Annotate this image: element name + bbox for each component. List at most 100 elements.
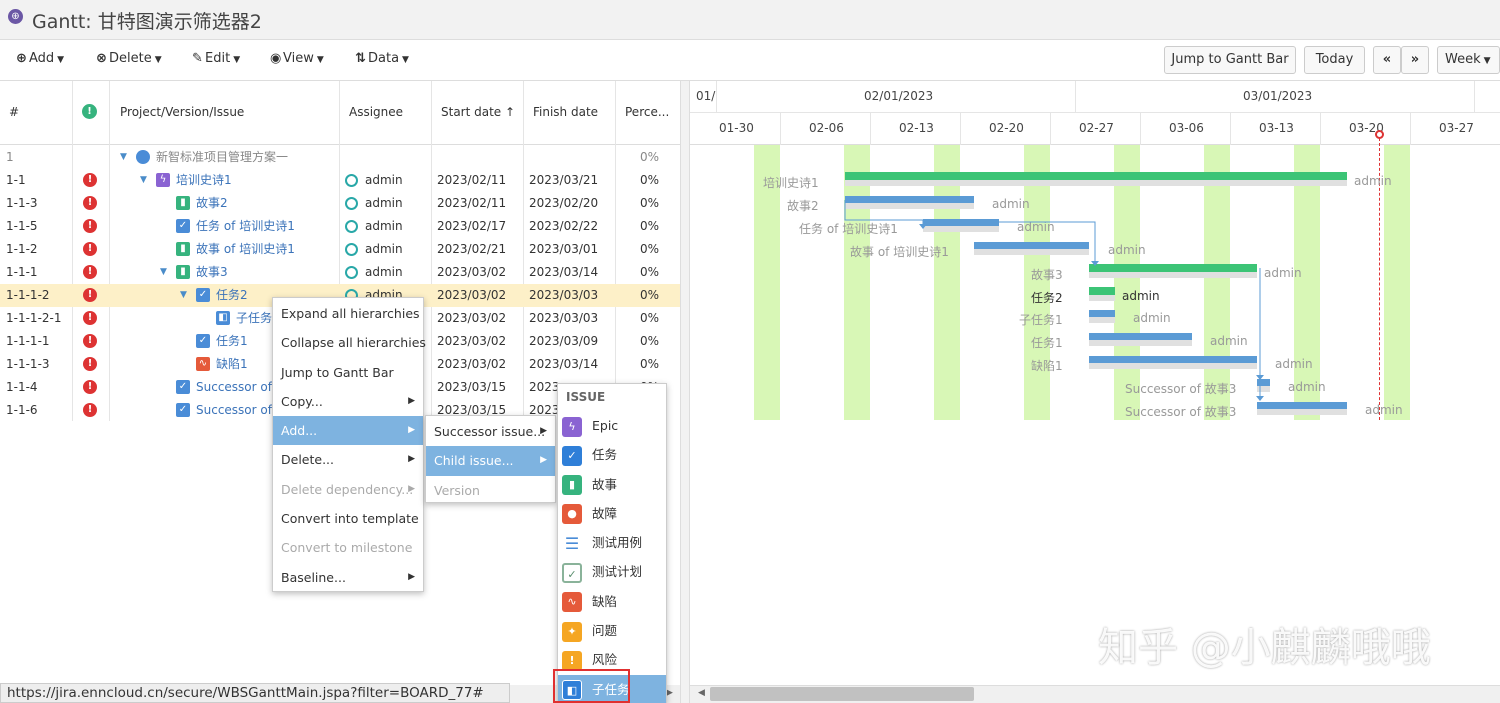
- collapse-icon[interactable]: ▼: [160, 261, 167, 284]
- week-label: 03-27: [1439, 121, 1474, 135]
- week-divider: [1230, 113, 1231, 145]
- avatar: [345, 220, 358, 233]
- submenu-arrow-icon: ▶: [540, 455, 547, 466]
- menu-delete[interactable]: Delete... ▶: [273, 445, 423, 474]
- context-menu: Expand all hierarchies Collapse all hier…: [272, 297, 426, 592]
- week-label: 02-27: [1079, 121, 1114, 135]
- pencil-icon: ✎: [192, 51, 203, 66]
- previous-button[interactable]: «: [1373, 46, 1401, 74]
- fault-icon: ●: [562, 504, 582, 525]
- today-button[interactable]: Today: [1304, 46, 1365, 74]
- add-menu-button[interactable]: ⊕ Add ▼: [16, 51, 64, 66]
- highlight-box: [553, 669, 630, 703]
- col-header-num[interactable]: #: [9, 105, 19, 119]
- table-row[interactable]: 1 ▼ 新智标准项目管理方案一 0%: [0, 146, 680, 169]
- issue-type-test-case[interactable]: ☰ 测试用例: [558, 528, 666, 557]
- priority-icon: !: [83, 311, 97, 325]
- warning-icon: !: [562, 650, 582, 671]
- scroll-right-icon[interactable]: ▶: [666, 688, 673, 698]
- next-button[interactable]: »: [1401, 46, 1429, 74]
- issue-type-test-plan[interactable]: ✓ 测试计划: [558, 557, 666, 586]
- avatar: [345, 174, 358, 187]
- view-menu-button[interactable]: ◉ View ▼: [270, 51, 324, 66]
- menu-expand-all[interactable]: Expand all hierarchies: [273, 299, 423, 328]
- page-title: Gantt: 甘特图演示筛选器2: [32, 11, 262, 33]
- issue-type-header: ISSUE: [566, 390, 606, 404]
- week-divider: [960, 113, 961, 145]
- edit-menu-button[interactable]: ✎ Edit ▼: [192, 51, 240, 66]
- submenu-arrow-icon: ▶: [408, 571, 415, 582]
- table-row[interactable]: 1-1-1 ! ▼ ▮ 故事3 admin 2023/03/02 2023/03…: [0, 261, 680, 284]
- priority-icon: !: [83, 196, 97, 210]
- collapse-icon[interactable]: ▼: [120, 146, 127, 169]
- collapse-icon[interactable]: ▼: [140, 169, 147, 192]
- jump-to-gantt-bar-button[interactable]: Jump to Gantt Bar: [1164, 46, 1296, 74]
- col-header-percent[interactable]: Perce...: [625, 105, 669, 119]
- menu-child-issue[interactable]: Child issue... ▶: [426, 446, 555, 476]
- priority-icon: !: [83, 173, 97, 187]
- menu-convert-template[interactable]: Convert into template: [273, 504, 423, 533]
- week-label: 03-06: [1169, 121, 1204, 135]
- task-icon: ✓: [176, 219, 190, 233]
- priority-icon: !: [83, 288, 97, 302]
- subtask-icon: ◧: [216, 311, 230, 325]
- scroll-left-icon[interactable]: ◀: [698, 688, 705, 698]
- plus-icon: ⊕: [16, 51, 27, 66]
- col-header-name[interactable]: Project/Version/Issue: [120, 105, 244, 119]
- gantt-scrollbar-thumb[interactable]: [710, 687, 974, 701]
- info-icon: !: [82, 104, 97, 119]
- delete-menu-button[interactable]: ⊗ Delete ▼: [96, 51, 162, 66]
- issue-type-story[interactable]: ▮ 故事: [558, 470, 666, 499]
- table-row[interactable]: 1-1-2 ! ▮ 故事 of 培训史诗1 admin 2023/02/21 2…: [0, 238, 680, 261]
- issue-type-epic[interactable]: ϟ Epic: [558, 411, 666, 440]
- menu-jump-to-gantt-bar[interactable]: Jump to Gantt Bar: [273, 358, 423, 387]
- priority-icon: !: [83, 242, 97, 256]
- priority-icon: !: [83, 265, 97, 279]
- bug-icon: ∿: [562, 592, 582, 613]
- menu-baseline[interactable]: Baseline... ▶: [273, 563, 423, 592]
- timeline-header-divider: [690, 112, 1500, 113]
- table-row[interactable]: 1-1-5 ! ✓ 任务 of 培训史诗1 admin 2023/02/17 2…: [0, 215, 680, 238]
- table-row[interactable]: 1-1 ! ▼ ϟ 培训史诗1 admin 2023/02/11 2023/03…: [0, 169, 680, 192]
- table-row[interactable]: 1-1-3 ! ▮ 故事2 admin 2023/02/11 2023/02/2…: [0, 192, 680, 215]
- submenu-arrow-icon: ▶: [540, 426, 547, 436]
- week-divider: [1140, 113, 1141, 145]
- priority-icon: !: [83, 219, 97, 233]
- dependency-links: [844, 200, 1264, 401]
- submenu-arrow-icon: ▶: [408, 454, 415, 465]
- priority-icon: !: [83, 403, 97, 417]
- week-divider: [780, 113, 781, 145]
- col-header-assignee[interactable]: Assignee: [349, 105, 403, 119]
- issue-type-bug[interactable]: ∿ 缺陷: [558, 587, 666, 616]
- project-icon: [136, 150, 150, 164]
- col-header-finish[interactable]: Finish date: [533, 105, 598, 119]
- bug-icon: ∿: [196, 357, 210, 371]
- epic-icon: ϟ: [156, 173, 170, 187]
- data-menu-button[interactable]: ⇅ Data ▼: [355, 51, 409, 66]
- week-label: 03-13: [1259, 121, 1294, 135]
- submenu-arrow-icon: ▶: [408, 395, 415, 406]
- week-label: 02-13: [899, 121, 934, 135]
- collapse-icon[interactable]: ▼: [180, 284, 187, 307]
- today-marker-icon: [1375, 130, 1384, 139]
- menu-successor-issue[interactable]: Successor issue... ▶: [426, 417, 555, 446]
- issue-type-question[interactable]: ✦ 问题: [558, 616, 666, 645]
- menu-add[interactable]: Add... ▶: [273, 416, 423, 446]
- lightbulb-icon: ✦: [562, 621, 582, 642]
- col-header-start[interactable]: Start date ↑: [441, 105, 515, 119]
- dependency-arrow-icon: [1256, 396, 1264, 401]
- menu-copy[interactable]: Copy... ▶: [273, 387, 423, 416]
- issue-type-task[interactable]: ✓ 任务: [558, 440, 666, 469]
- dependency-link: [844, 200, 924, 224]
- epic-icon: ϟ: [562, 416, 582, 437]
- task-icon: ✓: [562, 445, 582, 466]
- month-label: 02/01/2023: [864, 89, 934, 103]
- submenu-arrow-icon: ▶: [408, 483, 415, 494]
- menu-collapse-all[interactable]: Collapse all hierarchies: [273, 328, 426, 357]
- week-divider: [1050, 113, 1051, 145]
- scale-select[interactable]: Week ▼: [1437, 46, 1500, 74]
- issue-type-fault[interactable]: ● 故障: [558, 499, 666, 528]
- pane-splitter[interactable]: [680, 81, 690, 703]
- submenu-arrow-icon: ▶: [408, 425, 415, 436]
- story-icon: ▮: [176, 242, 190, 256]
